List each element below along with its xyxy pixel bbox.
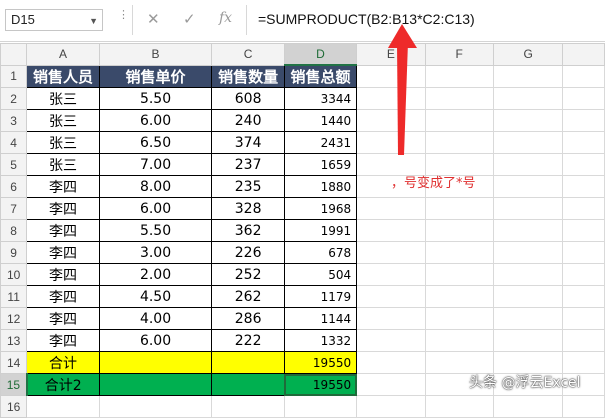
arrow-head bbox=[388, 24, 417, 48]
annotation-note: ，号变成了*号 bbox=[391, 176, 476, 191]
arrow-shaft bbox=[397, 42, 408, 155]
watermark: 头条 @浮云Excel bbox=[469, 375, 581, 391]
annotation-arrow bbox=[388, 24, 417, 155]
